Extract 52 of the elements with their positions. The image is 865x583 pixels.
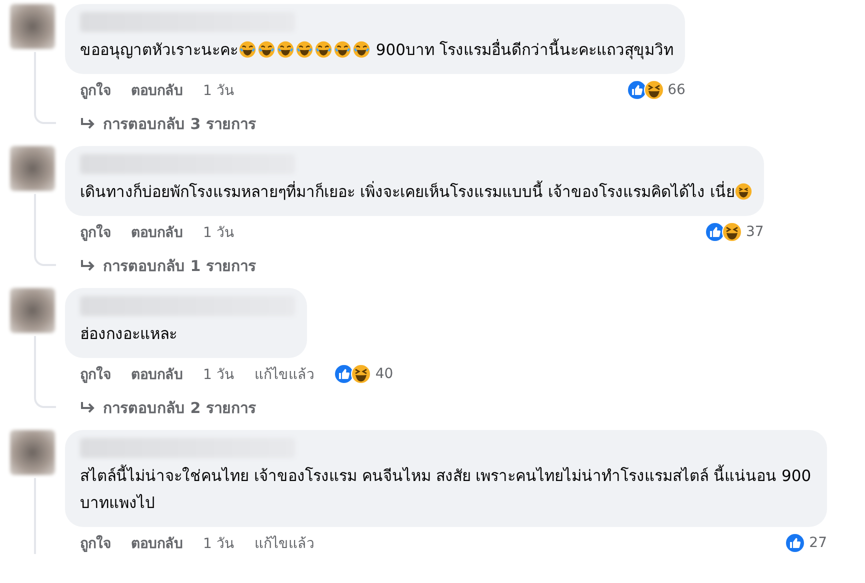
comment-meta: 1 วัน (203, 366, 234, 385)
avatar-placeholder (10, 430, 55, 475)
comment-meta: แก้ไขแล้ว (254, 366, 314, 385)
action-link[interactable]: ตอบกลับ (131, 363, 183, 385)
action-link[interactable]: ถูกใจ (80, 221, 111, 243)
reply-arrow-icon (80, 117, 96, 131)
replies-count-text[interactable]: การตอบกลับ 1 รายการ (103, 254, 256, 278)
action-link[interactable]: ตอบกลับ (131, 221, 183, 243)
replies-count-text[interactable]: การตอบกลับ 2 รายการ (103, 396, 256, 420)
action-link[interactable]: ถูกใจ (80, 532, 111, 554)
rolling-laughing-face-icon (239, 41, 256, 58)
reaction-count[interactable]: 37 (746, 224, 764, 240)
thread-line (34, 194, 56, 266)
thumbs-up-icon (785, 533, 806, 553)
view-replies-link[interactable]: การตอบกลับ 3 รายการ (65, 101, 686, 136)
thread-line (34, 336, 56, 408)
reply-arrow-icon (80, 401, 96, 415)
thumbs-up-icon (626, 80, 647, 100)
rolling-laughing-face-icon (353, 41, 370, 58)
action-link[interactable]: ถูกใจ (80, 363, 111, 385)
grinning-face-icon (734, 183, 752, 200)
reply-arrow-icon (80, 259, 96, 273)
thread-line (34, 52, 56, 124)
reaction-count[interactable]: 66 (668, 82, 686, 98)
comment-text: ขออนุญาตหัวเราะนะคะ 900บาท โรงแรมอื่นดีกว่านี้นะคะแถวสุขุมวิท (80, 37, 674, 64)
view-replies-link[interactable]: การตอบกลับ 2 รายการ (65, 385, 394, 420)
thumbs-up-icon (704, 222, 725, 242)
rolling-laughing-face-icon (258, 41, 275, 58)
comment-text: ฮ่องกงอะแหละ (80, 324, 178, 345)
view-replies-link[interactable]: การตอบกลับ 1 รายการ (65, 243, 764, 278)
avatar-placeholder (10, 288, 55, 333)
action-link[interactable]: ตอบกลับ (131, 532, 183, 554)
avatar-placeholder (10, 146, 55, 191)
laughing-face-icon (644, 80, 664, 100)
avatar-placeholder (10, 4, 55, 49)
laughing-face-icon (351, 364, 372, 384)
reaction-count[interactable]: 27 (809, 535, 827, 551)
comment-text: เดินทางก็บ่อยพักโรงแรมหลายๆที่มาก็เยอะ เพิ่งจะเคยเห็นโรงแรมแบบนี้ เจ้าของโรงแรมคิดได้ไง เนี่ย (80, 179, 752, 206)
reaction-count[interactable]: 40 (375, 366, 394, 382)
rolling-laughing-face-icon (277, 41, 294, 58)
comment-text: สไตล์นี้ไม่น่าจะใช่คนไทย เจ้าของโรงแรม คนจีนไหม สงสัย เพราะคนไทยไม่น่าทำโรงแรมสไตล์ นี้แน่นอน 900 บาทแพงไป (80, 463, 815, 517)
comment-meta: 1 วัน (203, 224, 234, 243)
rolling-laughing-face-icon (296, 41, 313, 58)
rolling-laughing-face-icon (334, 41, 351, 58)
action-link[interactable]: ถูกใจ (80, 79, 111, 101)
replies-count-text[interactable]: การตอบกลับ 3 รายการ (103, 112, 256, 136)
action-link[interactable]: ตอบกลับ (131, 79, 183, 101)
comment-meta: 1 วัน (203, 82, 234, 101)
rolling-laughing-face-icon (315, 41, 332, 58)
laughing-face-icon (722, 222, 742, 242)
comment-meta: แก้ไขแล้ว (254, 534, 314, 554)
comment-meta: 1 วัน (203, 535, 234, 554)
